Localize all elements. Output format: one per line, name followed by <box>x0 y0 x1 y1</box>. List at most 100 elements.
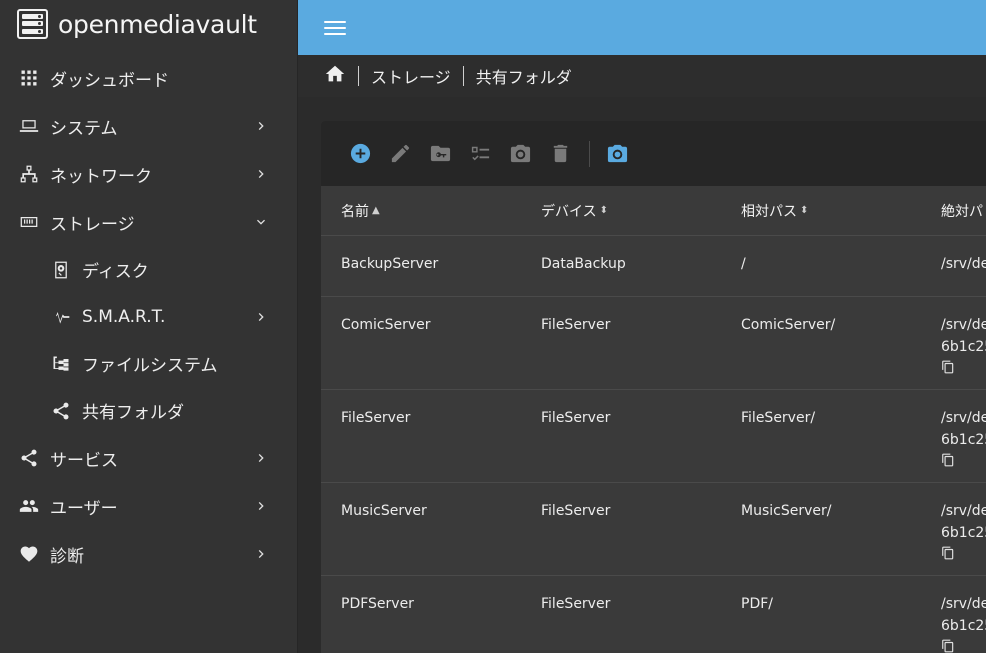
absolute-path-line: /srv/de <box>941 317 986 333</box>
cell-relative-path: ComicServer/ <box>741 317 836 333</box>
home-icon[interactable] <box>324 63 346 89</box>
cell-device: FileServer <box>541 596 611 612</box>
cell-device: DataBackup <box>541 256 626 272</box>
sidebar-item-label: ファイルシステム <box>82 356 218 376</box>
breadcrumb-storage[interactable]: ストレージ <box>371 64 451 88</box>
breadcrumb-separator <box>462 66 464 86</box>
absolute-path-line: /srv/de <box>941 410 986 426</box>
sidebar-item-label: ストレージ <box>50 214 135 235</box>
table-row[interactable]: MusicServer FileServer MusicServer/ /srv/de… <box>321 483 986 576</box>
chevron-right-icon <box>253 546 269 562</box>
cell-absolute-path: /srv/de <box>941 253 986 275</box>
sidebar-item-filesystem[interactable]: ファイルシステム <box>0 340 297 387</box>
sidebar: openmediavault ダッシュボード システムネットワーク ストレージディス… <box>0 0 298 653</box>
brand[interactable]: openmediavault <box>0 0 297 48</box>
cell-absolute-path: /srv/de 6b1c25 <box>941 314 986 374</box>
checklist-icon[interactable] <box>466 140 494 168</box>
sidebar-item-diagnostics[interactable]: 診断 <box>0 530 297 578</box>
camera-icon[interactable] <box>506 140 534 168</box>
cell-relative-path: PDF/ <box>741 596 773 612</box>
column-header-relative-path[interactable]: 相対パス ⬍ <box>741 201 808 221</box>
menu-icon[interactable] <box>324 19 346 37</box>
breadcrumb-separator <box>358 66 359 86</box>
share-icon <box>50 400 72 422</box>
copy-icon[interactable] <box>941 359 955 374</box>
cell-name: FileServer <box>341 410 411 426</box>
sidebar-item-services[interactable]: サービス <box>0 434 297 482</box>
cell-name: MusicServer <box>341 503 427 519</box>
app-name: openmediavault <box>58 9 257 39</box>
absolute-path-line: 6b1c25 <box>941 525 986 541</box>
absolute-path-line: /srv/de <box>941 256 986 272</box>
table-row[interactable]: PDFServer FileServer PDF/ /srv/de 6b1c25 <box>321 576 986 653</box>
top-bar <box>298 0 986 55</box>
users-icon <box>18 495 40 517</box>
chevron-right-icon <box>253 498 269 514</box>
sidebar-item-label: サービス <box>50 450 118 471</box>
snapshot-camera-icon[interactable] <box>603 140 631 168</box>
sidebar-item-shared-folders[interactable]: 共有フォルダ <box>0 387 297 434</box>
edit-icon[interactable] <box>386 140 414 168</box>
cell-relative-path: MusicServer/ <box>741 503 832 519</box>
table-row[interactable]: ComicServer FileServer ComicServer/ /srv/de… <box>321 297 986 390</box>
sidebar-item-disk[interactable]: ディスク <box>0 246 297 293</box>
sidebar-item-system[interactable]: システム <box>0 102 297 150</box>
cell-absolute-path: /srv/de 6b1c25 <box>941 407 986 467</box>
column-header-device[interactable]: デバイス ⬍ <box>541 201 608 221</box>
table-body: BackupServer DataBackup //srv/de ComicServe… <box>321 236 986 653</box>
table-header: 名前 ▲ デバイス ⬍ 相対パス ⬍ 絶対パ <box>321 186 986 236</box>
breadcrumb: ストレージ 共有フォルダ <box>298 55 986 97</box>
server-logo-icon <box>17 9 48 39</box>
toolbar-divider <box>589 140 590 167</box>
chevron-right-icon <box>253 309 269 325</box>
breadcrumb-shared-folders: 共有フォルダ <box>475 68 572 87</box>
sidebar-item-storage[interactable]: ストレージ <box>0 198 297 246</box>
delete-icon[interactable] <box>546 140 574 168</box>
chevron-right-icon <box>253 118 269 134</box>
sidebar-item-label: S.M.A.R.T. <box>82 306 166 327</box>
add-icon[interactable] <box>346 140 374 168</box>
chevron-down-icon <box>253 214 269 230</box>
absolute-path-line: 6b1c25 <box>941 618 986 634</box>
disk-icon <box>50 259 72 281</box>
copy-icon[interactable] <box>941 452 955 467</box>
pulse-icon <box>50 306 72 328</box>
cell-name: ComicServer <box>341 317 431 333</box>
cell-device: FileServer <box>541 410 611 426</box>
sort-icon: ⬍ <box>599 205 608 216</box>
sidebar-item-label: 診断 <box>50 546 84 567</box>
sidebar-item-label: システム <box>50 118 118 139</box>
cell-absolute-path: /srv/de 6b1c25 <box>941 500 986 560</box>
cell-absolute-path: /srv/de 6b1c25 <box>941 593 986 653</box>
cell-relative-path: FileServer/ <box>741 410 816 426</box>
chevron-right-icon <box>253 450 269 466</box>
cell-name: PDFServer <box>341 596 414 612</box>
copy-icon[interactable] <box>941 638 955 653</box>
table-row[interactable]: BackupServer DataBackup / /srv/de <box>321 236 986 297</box>
table-row[interactable]: FileServer FileServer FileServer/ /srv/de 6b… <box>321 390 986 483</box>
sidebar-item-label: ユーザー <box>50 498 118 519</box>
column-header-name[interactable]: 名前 ▲ <box>341 201 380 221</box>
network-icon <box>18 163 40 185</box>
folder-key-icon[interactable] <box>426 140 454 168</box>
sidebar-item-network[interactable]: ネットワーク <box>0 150 297 198</box>
shared-folders-card: 名前 ▲ デバイス ⬍ 相対パス ⬍ 絶対パ BackupServer DataB… <box>321 121 986 653</box>
sidebar-item-label: ネットワーク <box>50 166 152 187</box>
chevron-right-icon <box>253 166 269 182</box>
dashboard-icon <box>18 67 40 89</box>
sidebar-item-smart[interactable]: S.M.A.R.T. <box>0 293 297 340</box>
cell-device: FileServer <box>541 503 611 519</box>
cell-device: FileServer <box>541 317 611 333</box>
absolute-path-line: /srv/de <box>941 503 986 519</box>
sidebar-item-dashboard[interactable]: ダッシュボード <box>0 54 297 102</box>
copy-icon[interactable] <box>941 545 955 560</box>
sidebar-item-label: ダッシュボード <box>50 70 169 91</box>
absolute-path-line: 6b1c25 <box>941 432 986 448</box>
cell-name: BackupServer <box>341 256 439 272</box>
column-header-absolute-path[interactable]: 絶対パ <box>941 201 983 221</box>
heartbeat-icon <box>18 543 40 565</box>
storage-icon <box>18 211 40 233</box>
laptop-icon <box>18 115 40 137</box>
absolute-path-line: 6b1c25 <box>941 339 986 355</box>
sidebar-item-users[interactable]: ユーザー <box>0 482 297 530</box>
